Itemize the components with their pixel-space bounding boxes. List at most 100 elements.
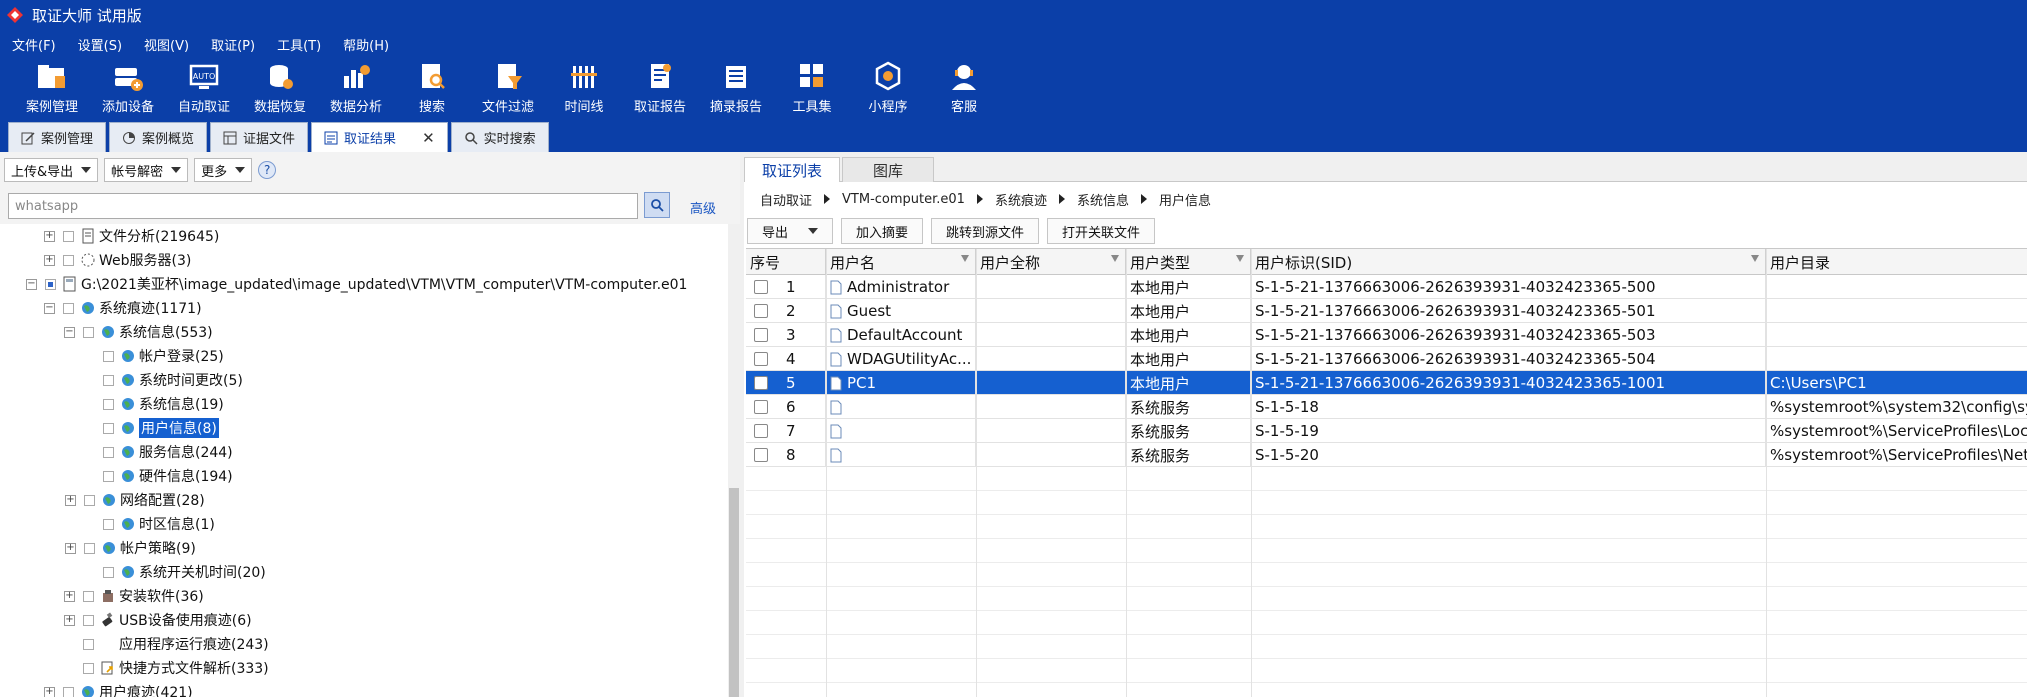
tree-node-account-policy[interactable]: + 帐户策略(9) <box>65 536 196 560</box>
jump-source-button[interactable]: 跳转到源文件 <box>931 218 1040 244</box>
tree-node-hardware-info[interactable]: 硬件信息(194) <box>84 464 233 488</box>
row-checkbox[interactable] <box>754 328 768 342</box>
expand-icon[interactable]: + <box>65 542 76 554</box>
row-checkbox[interactable] <box>754 280 768 294</box>
tree-node-service-info[interactable]: 服务信息(244) <box>84 440 233 464</box>
table-row[interactable]: 7 系统服务 S-1-5-19 %systemroot%\ServiceProfile… <box>746 419 2027 443</box>
breadcrumb-item[interactable]: 系统痕迹 <box>995 190 1047 209</box>
table-row[interactable]: 1 Administrator 本地用户 S-1-5-21-1376663006-26… <box>746 275 2027 299</box>
ribbon-excerpt-report-button[interactable]: 摘录报告 <box>698 58 774 118</box>
menu-tools[interactable]: 工具(T) <box>277 35 321 54</box>
table-row[interactable]: 8 系统服务 S-1-5-20 %systemroot%\ServiceProfile… <box>746 443 2027 467</box>
more-dropdown[interactable]: 更多 <box>194 158 253 182</box>
expand-icon[interactable]: + <box>64 614 75 626</box>
export-dropdown[interactable]: 导出 <box>747 218 833 244</box>
tree-node-web-server[interactable]: + Web服务器(3) <box>44 248 191 272</box>
tree-checkbox[interactable] <box>103 470 114 482</box>
tab-case-management[interactable]: 案例管理 <box>8 122 107 152</box>
tree-checkbox[interactable] <box>63 302 74 314</box>
ribbon-file-filter-button[interactable]: 文件过滤 <box>470 58 546 118</box>
column-header-usertype[interactable]: 用户类型 <box>1126 249 1251 275</box>
column-header-username[interactable]: 用户名 <box>826 249 976 275</box>
expand-icon[interactable]: + <box>44 230 55 242</box>
upload-export-dropdown[interactable]: 上传&导出 <box>4 158 99 182</box>
tab-case-overview[interactable]: 案例概览 <box>109 122 208 152</box>
tab-evidence-files[interactable]: 证据文件 <box>210 122 309 152</box>
filter-icon[interactable] <box>1751 255 1759 262</box>
filter-icon[interactable] <box>1111 255 1119 262</box>
tree-checkbox[interactable] <box>83 614 94 626</box>
tree-node-usb-traces[interactable]: + USB设备使用痕迹(6) <box>64 608 252 632</box>
tree-checkbox[interactable] <box>63 230 74 242</box>
tree-checkbox[interactable] <box>103 350 114 362</box>
tree-checkbox[interactable] <box>63 686 74 697</box>
tree-node-user-traces[interactable]: + 用户痕迹(421) <box>44 680 193 697</box>
tree-node-evidence-image[interactable]: − G:\2021美亚杯\image_updated\image_updated… <box>26 272 687 296</box>
tree-node-network-config[interactable]: + 网络配置(28) <box>65 488 205 512</box>
tree-node-time-change[interactable]: 系统时间更改(5) <box>84 368 243 392</box>
menu-forensics[interactable]: 取证(P) <box>211 35 255 54</box>
tree-node-system-traces[interactable]: − 系统痕迹(1171) <box>44 296 202 320</box>
row-checkbox[interactable] <box>754 400 768 414</box>
filter-icon[interactable] <box>1236 255 1244 262</box>
tree-node-installed-software[interactable]: + 安装软件(36) <box>64 584 204 608</box>
ribbon-add-device-button[interactable]: 添加设备 <box>90 58 166 118</box>
tree-node-power-times[interactable]: 系统开关机时间(20) <box>84 560 266 584</box>
tree-node-timezone-info[interactable]: 时区信息(1) <box>84 512 215 536</box>
filter-icon[interactable] <box>961 255 969 262</box>
row-checkbox[interactable] <box>754 448 768 462</box>
tree-checkbox[interactable] <box>103 518 114 530</box>
column-header-no[interactable]: 序号 <box>746 249 826 275</box>
ribbon-auto-forensics-button[interactable]: AUTO 自动取证 <box>166 58 242 118</box>
ribbon-support-button[interactable]: 客服 <box>926 58 1002 118</box>
expand-icon[interactable]: + <box>65 494 76 506</box>
table-row[interactable]: 5 PC1 本地用户 S-1-5-21-1376663006-2626393931-4… <box>746 371 2027 395</box>
tree-checkbox[interactable] <box>103 446 114 458</box>
tree-checkbox[interactable] <box>103 398 114 410</box>
tree-checkbox[interactable] <box>83 590 94 602</box>
tree-checkbox[interactable] <box>63 254 74 266</box>
tree-node-user-info[interactable]: 用户信息(8) <box>84 416 219 440</box>
ribbon-toolset-button[interactable]: 工具集 <box>774 58 850 118</box>
advanced-search-link[interactable]: 高级 <box>690 198 716 217</box>
ribbon-data-recovery-button[interactable]: 数据恢复 <box>242 58 318 118</box>
tree-checkbox[interactable] <box>45 278 56 290</box>
table-row[interactable]: 6 系统服务 S-1-5-18 %systemroot%\system32\confi… <box>746 395 2027 419</box>
tab-live-search[interactable]: 实时搜索 <box>450 122 549 152</box>
breadcrumb-item[interactable]: 自动取证 <box>760 190 812 209</box>
ribbon-report-button[interactable]: 取证报告 <box>622 58 698 118</box>
tree-node-file-analysis[interactable]: + 文件分析(219645) <box>44 224 219 248</box>
tree-node-system-info[interactable]: 系统信息(19) <box>84 392 224 416</box>
add-summary-button[interactable]: 加入摘要 <box>841 218 924 244</box>
tree-checkbox[interactable] <box>103 374 114 386</box>
breadcrumb-item[interactable]: 系统信息 <box>1077 190 1129 209</box>
tree-node-app-run-traces[interactable]: 应用程序运行痕迹(243) <box>64 632 269 656</box>
tree-checkbox[interactable] <box>83 662 94 674</box>
column-header-fullname[interactable]: 用户全称 <box>976 249 1126 275</box>
open-related-button[interactable]: 打开关联文件 <box>1047 218 1156 244</box>
tree-checkbox[interactable] <box>103 566 114 578</box>
menu-view[interactable]: 视图(V) <box>144 35 189 54</box>
search-input[interactable] <box>8 193 638 219</box>
breadcrumb-item[interactable]: VTM-computer.e01 <box>842 192 965 207</box>
breadcrumb-item[interactable]: 用户信息 <box>1159 190 1211 209</box>
search-button[interactable] <box>644 192 670 218</box>
expand-icon[interactable]: + <box>44 686 55 697</box>
ribbon-miniprogram-button[interactable]: 小程序 <box>850 58 926 118</box>
account-decrypt-dropdown[interactable]: 帐号解密 <box>104 158 189 182</box>
ribbon-search-button[interactable]: 搜索 <box>394 58 470 118</box>
collapse-icon[interactable]: − <box>64 326 75 338</box>
column-header-userdir[interactable]: 用户目录 <box>1766 249 2027 275</box>
collapse-icon[interactable]: − <box>26 278 37 290</box>
expand-icon[interactable]: + <box>44 254 55 266</box>
tab-gallery[interactable]: 图库 <box>842 157 934 182</box>
table-row[interactable]: 2 Guest 本地用户 S-1-5-21-1376663006-2626393931… <box>746 299 2027 323</box>
tree-checkbox[interactable] <box>84 494 95 506</box>
tree-node-account-login[interactable]: 帐户登录(25) <box>84 344 224 368</box>
ribbon-data-analysis-button[interactable]: 数据分析 <box>318 58 394 118</box>
tree-node-system-info-group[interactable]: − 系统信息(553) <box>64 320 213 344</box>
tree-node-shortcut-parse[interactable]: 快捷方式文件解析(333) <box>64 656 269 680</box>
expand-icon[interactable]: + <box>64 590 75 602</box>
table-row[interactable]: 4 WDAGUtilityAc... 本地用户 S-1-5-21-1376663006… <box>746 347 2027 371</box>
table-row[interactable]: 3 DefaultAccount 本地用户 S-1-5-21-1376663006-2… <box>746 323 2027 347</box>
